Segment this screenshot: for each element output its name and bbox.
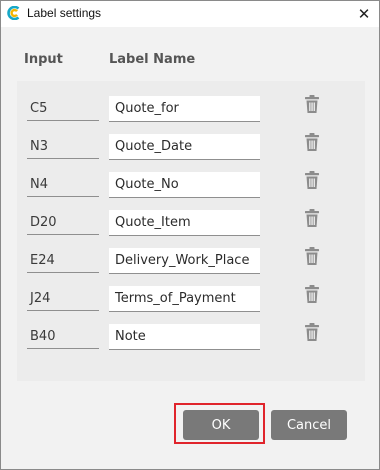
input-cell[interactable]: N4 — [27, 173, 99, 197]
trash-icon[interactable] — [303, 284, 321, 304]
trash-icon[interactable] — [303, 132, 321, 152]
label-name-field[interactable]: Quote_Item — [109, 210, 260, 236]
column-header-input: Input — [24, 52, 63, 67]
trash-icon[interactable] — [303, 170, 321, 190]
trash-icon[interactable] — [303, 208, 321, 228]
input-cell[interactable]: C5 — [27, 97, 99, 121]
app-logo-icon — [7, 6, 20, 20]
label-name-field[interactable]: Quote_Date — [109, 134, 260, 160]
input-cell[interactable]: J24 — [27, 287, 99, 311]
input-cell[interactable]: B40 — [27, 325, 99, 349]
label-name-field[interactable]: Quote_No — [109, 172, 260, 198]
label-name-field[interactable]: Note — [109, 324, 260, 350]
cancel-button[interactable]: Cancel — [271, 410, 347, 440]
input-cell[interactable]: D20 — [27, 211, 99, 235]
input-cell[interactable]: E24 — [27, 249, 99, 273]
label-name-field[interactable]: Quote_for — [109, 96, 260, 122]
ok-button[interactable]: OK — [183, 410, 259, 440]
trash-icon[interactable] — [303, 94, 321, 114]
trash-icon[interactable] — [303, 246, 321, 266]
column-header-label-name: Label Name — [109, 52, 196, 67]
label-name-field[interactable]: Terms_of_Payment — [109, 286, 260, 312]
input-cell[interactable]: N3 — [27, 135, 99, 159]
window-title: Label settings — [27, 6, 102, 20]
close-icon[interactable]: ✕ — [349, 1, 379, 27]
title-bar: Label settings ✕ — [1, 1, 379, 27]
label-name-field[interactable]: Delivery_Work_Place — [109, 248, 260, 274]
label-settings-dialog: Label settings ✕ Input Label Name C5 Quo… — [0, 0, 380, 470]
trash-icon[interactable] — [303, 322, 321, 342]
